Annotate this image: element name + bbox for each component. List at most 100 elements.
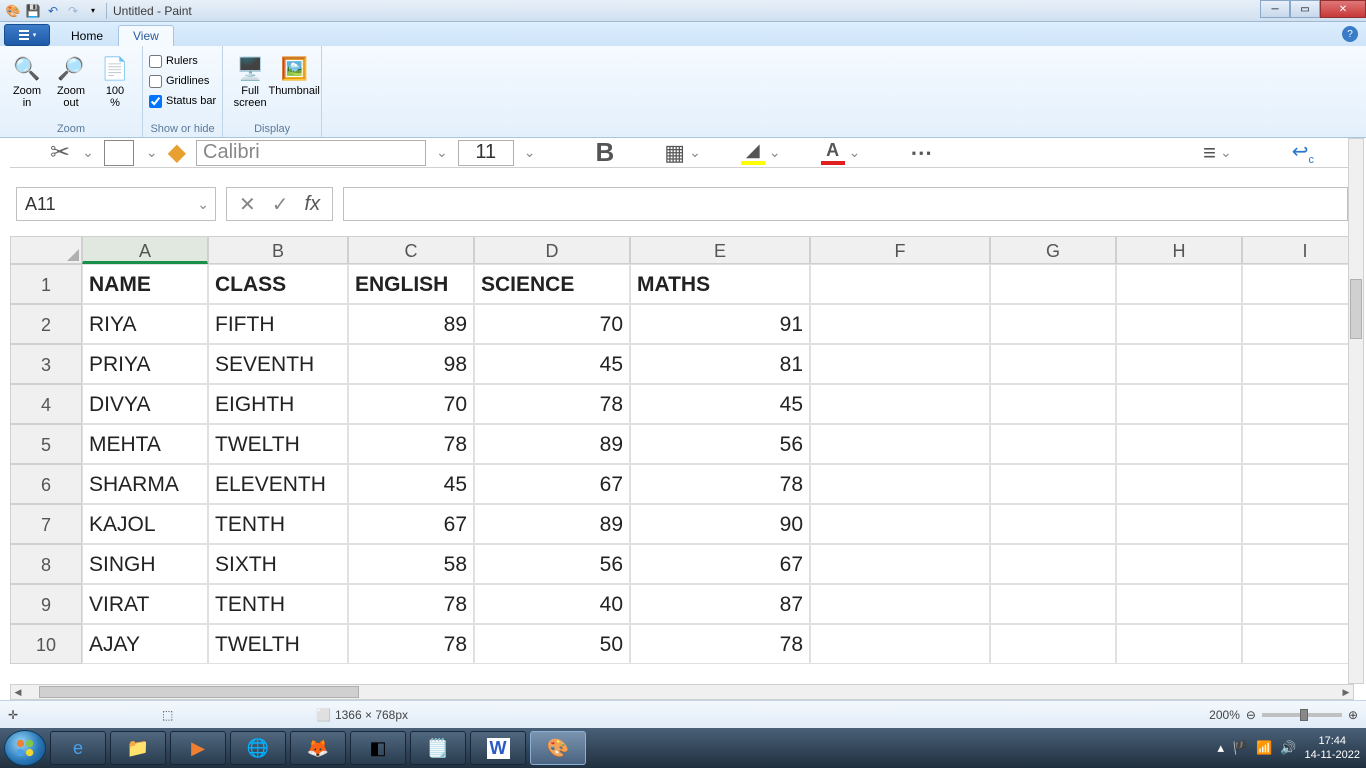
zoom-in-button[interactable]: 🔍Zoom in — [6, 50, 48, 116]
cell: 56 — [630, 424, 810, 464]
ie-icon: e — [73, 738, 83, 759]
taskbar-ie-button[interactable]: e — [50, 731, 106, 765]
cancel-x-icon: ✕ — [239, 192, 256, 217]
cell — [810, 344, 990, 384]
windows-taskbar: e 📁 ▶ 🌐 🦊 ◧ 🗒️ W 🎨 ▴ 🏴 📶 🔊 17:44 14-11-2… — [0, 728, 1366, 768]
cell: SINGH — [82, 544, 208, 584]
zoom-slider[interactable] — [1262, 713, 1342, 717]
redo-icon[interactable]: ↷ — [64, 2, 82, 20]
cell — [1116, 424, 1242, 464]
system-tray: ▴ 🏴 📶 🔊 17:44 14-11-2022 — [1217, 734, 1360, 762]
cell: 67 — [630, 544, 810, 584]
taskbar-media-button[interactable]: ▶ — [170, 731, 226, 765]
cell — [990, 424, 1116, 464]
zoom-100-button[interactable]: 📄100 % — [94, 50, 136, 116]
zoom-slider-thumb[interactable] — [1300, 709, 1308, 721]
cell: PRIYA — [82, 344, 208, 384]
chevron-down-icon: ⌄ — [436, 144, 448, 161]
cell: KAJOL — [82, 504, 208, 544]
taskbar-explorer-button[interactable]: 📁 — [110, 731, 166, 765]
maximize-button[interactable]: ▭ — [1290, 0, 1320, 18]
fill-color-tool: ◢ — [741, 140, 781, 165]
taskbar-chrome-button[interactable]: 🌐 — [230, 731, 286, 765]
statusbar-checkbox[interactable]: Status bar — [149, 92, 216, 110]
cell: RIYA — [82, 304, 208, 344]
taskbar-firefox-button[interactable]: 🦊 — [290, 731, 346, 765]
tab-home[interactable]: Home — [56, 25, 118, 46]
minimize-button[interactable]: ─ — [1260, 0, 1290, 18]
cell — [1116, 464, 1242, 504]
taskbar-unknown-button[interactable]: ◧ — [350, 731, 406, 765]
cell: 70 — [474, 304, 630, 344]
canvas-size-icon: ⬜ — [316, 708, 331, 722]
start-button[interactable] — [4, 730, 46, 766]
cell — [990, 464, 1116, 504]
cell: 78 — [348, 424, 474, 464]
taskbar-notes-button[interactable]: 🗒️ — [410, 731, 466, 765]
cell: 78 — [630, 464, 810, 504]
scroll-left-arrow[interactable]: ◀ — [11, 685, 25, 699]
zoom-out-button[interactable]: 🔎Zoom out — [50, 50, 92, 116]
flag-icon[interactable]: 🏴 — [1232, 740, 1248, 756]
qat-dropdown-icon[interactable]: ▾ — [84, 2, 102, 20]
thumbnail-button[interactable]: 🖼️Thumbnail — [273, 50, 315, 116]
scroll-right-arrow[interactable]: ▶ — [1339, 685, 1353, 699]
zoom-out-icon: 🔎 — [55, 53, 87, 85]
zoom-plus-button[interactable]: ⊕ — [1348, 708, 1358, 722]
thumbnail-icon: 🖼️ — [278, 53, 310, 85]
clock[interactable]: 17:44 14-11-2022 — [1305, 734, 1360, 762]
volume-icon[interactable]: 🔊 — [1280, 740, 1296, 756]
excel-home-toolbar: ✂ ◆ Calibri ⌄ 11 ⌄ B ▦ ◢ A ⋯ ≡ ↩c — [10, 138, 1354, 168]
file-menu-button[interactable] — [4, 24, 50, 46]
zoom-in-icon: 🔍 — [11, 53, 43, 85]
cell — [990, 344, 1116, 384]
crosshair-icon: ✛ — [8, 708, 18, 722]
horizontal-scrollbar[interactable]: ◀ ▶ — [10, 684, 1354, 700]
row-header: 8 — [10, 544, 82, 584]
cell — [990, 504, 1116, 544]
folder-icon: 📁 — [127, 738, 149, 759]
network-icon[interactable]: 📶 — [1256, 740, 1272, 756]
media-player-icon: ▶ — [191, 738, 205, 759]
row-header: 5 — [10, 424, 82, 464]
cell — [1116, 344, 1242, 384]
ribbon-group-title-zoom: Zoom — [6, 123, 136, 137]
taskbar-paint-button[interactable]: 🎨 — [530, 731, 586, 765]
cell — [810, 624, 990, 664]
cell: 56 — [474, 544, 630, 584]
close-button[interactable]: ✕ — [1320, 0, 1366, 18]
taskbar-word-button[interactable]: W — [470, 731, 526, 765]
cell: 78 — [348, 624, 474, 664]
scrollbar-thumb[interactable] — [39, 686, 359, 698]
cell — [1242, 264, 1354, 304]
tab-view[interactable]: View — [118, 25, 174, 46]
full-screen-button[interactable]: 🖥️Full screen — [229, 50, 271, 116]
show-hidden-icons[interactable]: ▴ — [1217, 740, 1224, 756]
row-header: 1 — [10, 264, 82, 304]
gridlines-checkbox[interactable]: Gridlines — [149, 72, 216, 90]
cell: SCIENCE — [474, 264, 630, 304]
row-header: 3 — [10, 344, 82, 384]
zoom-minus-button[interactable]: ⊖ — [1246, 708, 1256, 722]
paint-canvas[interactable]: ✂ ◆ Calibri ⌄ 11 ⌄ B ▦ ◢ A ⋯ ≡ ↩c A11 ✕ … — [10, 138, 1354, 688]
column-header: I — [1242, 236, 1354, 264]
vertical-scrollbar[interactable] — [1348, 138, 1364, 684]
undo-icon[interactable]: ↶ — [44, 2, 62, 20]
canvas-size-text: 1366 × 768px — [335, 708, 408, 722]
cell: 78 — [348, 584, 474, 624]
scrollbar-thumb[interactable] — [1350, 279, 1362, 339]
cell: TENTH — [208, 584, 348, 624]
selection-size: ⬚ — [162, 708, 292, 722]
column-header: A — [82, 236, 208, 264]
cursor-position: ✛ — [8, 708, 138, 722]
help-icon[interactable]: ? — [1342, 26, 1358, 42]
sticky-notes-icon: 🗒️ — [427, 738, 449, 759]
rulers-checkbox[interactable]: Rulers — [149, 52, 216, 70]
cell: 40 — [474, 584, 630, 624]
ribbon-body: 🔍Zoom in 🔎Zoom out 📄100 % Zoom Rulers Gr… — [0, 46, 1366, 138]
cell: MATHS — [630, 264, 810, 304]
ribbon-tab-strip: Home View ? — [0, 22, 1366, 46]
paint-app-icon[interactable]: 🎨 — [4, 2, 22, 20]
save-icon[interactable]: 💾 — [24, 2, 42, 20]
canvas-size-display: ⬜ 1366 × 768px — [316, 708, 446, 722]
